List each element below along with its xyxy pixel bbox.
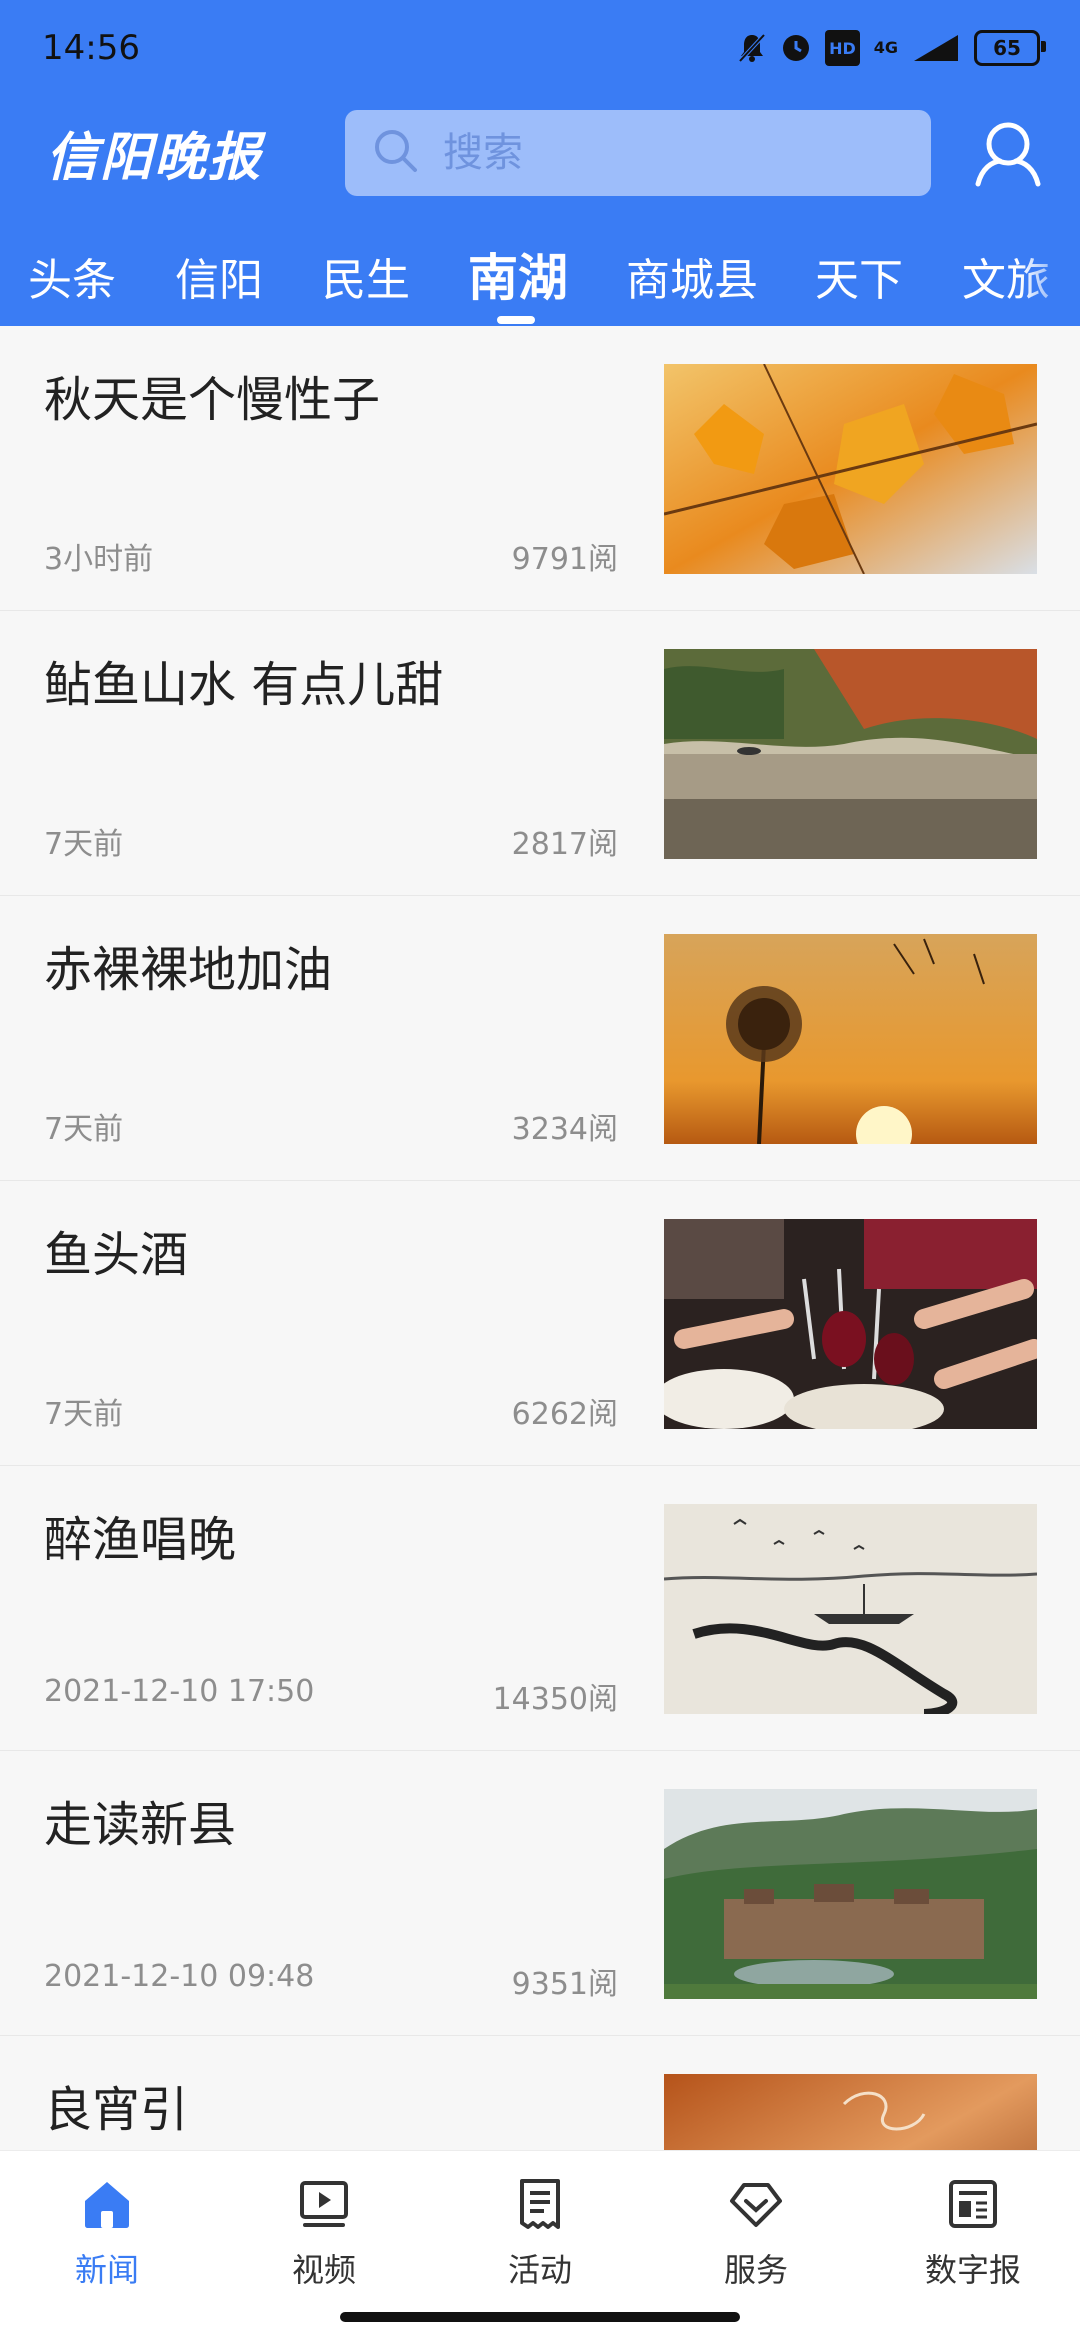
tab-xinyang[interactable]: 信阳	[175, 244, 263, 308]
app-header: 14:56 HD 4G 65 信阳晚报 头条 信阳	[0, 0, 1080, 326]
nav-label: 视频	[291, 2251, 356, 2289]
list-item[interactable]: 走读新县 2021-12-10 09:48 9351阅	[0, 1751, 1080, 2036]
news-thumbnail	[664, 364, 1037, 574]
tabs-fade	[1020, 232, 1080, 322]
news-time: 7天前	[44, 827, 124, 862]
news-read-count: 14350阅	[492, 1682, 618, 1717]
news-read-count: 3234阅	[511, 1112, 618, 1147]
user-icon	[975, 122, 1041, 187]
list-item[interactable]: 赤裸裸地加油 7天前 3234阅	[0, 896, 1080, 1181]
list-item[interactable]: 鲇鱼山水 有点儿甜 7天前 2817阅	[0, 611, 1080, 896]
news-thumbnail	[664, 934, 1037, 1144]
mute-bell-icon	[737, 30, 767, 66]
news-time: 7天前	[44, 1397, 124, 1432]
app-logo: 信阳晚报	[46, 126, 263, 188]
status-bar: 14:56 HD 4G 65	[0, 0, 1080, 96]
nav-label: 新闻	[74, 2251, 139, 2289]
news-thumbnail	[664, 1219, 1037, 1429]
nav-label: 活动	[507, 2251, 572, 2289]
search-input[interactable]	[443, 130, 923, 176]
tab-headlines[interactable]: 头条	[28, 244, 116, 308]
news-read-count: 2817阅	[511, 827, 618, 862]
active-tab-indicator	[497, 316, 535, 324]
list-item[interactable]: 秋天是个慢性子 3小时前 9791阅	[0, 326, 1080, 611]
home-icon	[85, 2182, 129, 2228]
news-title: 秋天是个慢性子	[44, 372, 381, 428]
video-icon	[300, 2181, 348, 2227]
newspaper-icon	[949, 2180, 997, 2228]
news-title: 良宵引	[44, 2082, 189, 2138]
news-read-count: 9791阅	[511, 542, 618, 577]
nav-service[interactable]: 服务	[686, 2177, 826, 2291]
tab-world[interactable]: 天下	[815, 244, 903, 308]
battery-icon: 65	[974, 30, 1046, 66]
home-indicator[interactable]	[340, 2312, 740, 2322]
news-thumbnail	[664, 649, 1037, 859]
news-read-count: 9351阅	[511, 1967, 618, 2002]
news-time: 2021-12-10 09:48	[44, 1959, 315, 1994]
news-title: 赤裸裸地加油	[44, 942, 333, 998]
nav-activity[interactable]: 活动	[470, 2177, 610, 2291]
nav-label: 服务	[723, 2251, 788, 2289]
search-icon	[371, 126, 421, 180]
tab-livelihood[interactable]: 民生	[322, 244, 410, 308]
tab-shangcheng[interactable]: 商城县	[626, 244, 758, 308]
activity-icon	[520, 2179, 560, 2229]
news-time: 7天前	[44, 1112, 124, 1147]
news-list: 秋天是个慢性子 3小时前 9791阅 鲇鱼山水 有点儿甜 7天前 2817阅 赤…	[0, 326, 1080, 2321]
search-bar[interactable]	[345, 110, 931, 196]
service-icon	[730, 2183, 782, 2227]
nav-digital-paper[interactable]: 数字报	[903, 2177, 1043, 2291]
status-time: 14:56	[42, 28, 140, 68]
user-profile-button[interactable]	[972, 118, 1044, 190]
news-title: 醉渔唱晚	[44, 1512, 237, 1568]
news-thumbnail	[664, 1504, 1037, 1714]
nav-video[interactable]: 视频	[254, 2177, 394, 2291]
news-read-count: 6262阅	[511, 1397, 618, 1432]
status-icons: HD 4G 65	[737, 28, 1046, 68]
nav-label: 数字报	[924, 2251, 1021, 2289]
news-title: 鲇鱼山水 有点儿甜	[44, 657, 444, 713]
category-tabs: 头条 信阳 民生 南湖 商城县 天下 文旅	[0, 232, 1080, 326]
nav-news[interactable]: 新闻	[37, 2177, 177, 2291]
alarm-clock-icon	[781, 30, 811, 66]
network-type: 4G	[873, 38, 898, 57]
news-title: 鱼头酒	[44, 1227, 189, 1283]
news-time: 3小时前	[44, 542, 154, 577]
news-time: 2021-12-10 17:50	[44, 1674, 315, 1709]
list-item[interactable]: 鱼头酒 7天前 6262阅	[0, 1181, 1080, 1466]
hd-badge: HD	[825, 30, 860, 66]
news-title: 走读新县	[44, 1797, 237, 1853]
list-item[interactable]: 醉渔唱晚 2021-12-10 17:50 14350阅	[0, 1466, 1080, 1751]
news-thumbnail	[664, 1789, 1037, 1999]
signal-icon	[912, 30, 960, 66]
tab-nanhu[interactable]: 南湖	[468, 238, 568, 310]
